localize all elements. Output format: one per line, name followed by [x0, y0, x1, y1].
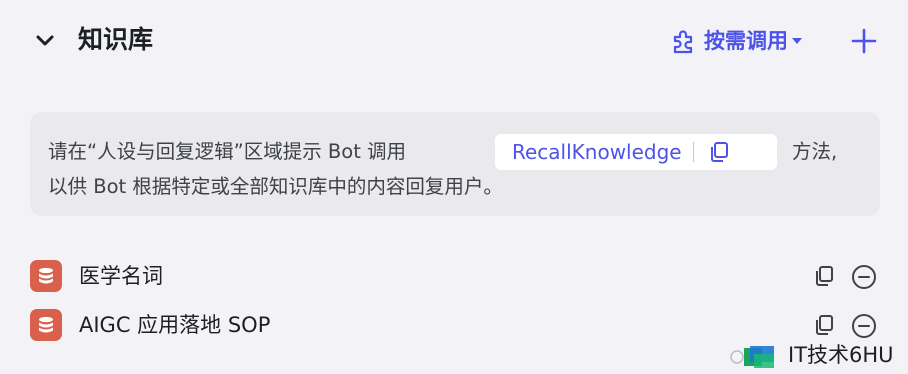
call-mode-dropdown[interactable]: 按需调用 — [670, 24, 803, 58]
panel-title: 知识库 — [78, 25, 154, 54]
method-chip: RecallKnowledge — [495, 134, 777, 170]
collapse-button[interactable] — [30, 26, 60, 56]
call-mode-label: 按需调用 — [704, 29, 788, 53]
plus-icon — [851, 28, 877, 54]
knowledge-item[interactable]: 医学名词 — [30, 258, 880, 294]
remove-button[interactable] — [850, 312, 878, 340]
caret-down-icon — [792, 38, 802, 44]
plugin-icon — [673, 30, 693, 54]
knowledge-name: 医学名词 — [79, 264, 163, 288]
copy-icon — [816, 266, 833, 286]
database-icon — [30, 260, 62, 292]
minus-circle-icon — [852, 265, 876, 289]
watermark-logo-icon — [730, 346, 774, 368]
chip-divider — [692, 142, 694, 162]
copy-icon — [816, 315, 833, 335]
watermark: IT技术6HU — [728, 338, 894, 372]
knowledge-panel-header: 知识库 按需调用 — [0, 0, 908, 82]
copy-button[interactable] — [811, 312, 837, 338]
knowledge-name: AIGC 应用落地 SOP — [79, 313, 271, 337]
chevron-down-icon — [36, 35, 54, 46]
hint-text-prefix: 请在“人设与回复逻辑”区域提示 Bot 调用 — [48, 140, 407, 163]
copy-icon — [710, 142, 728, 162]
hint-text-suffix: 方法, — [792, 140, 838, 163]
copy-method-button[interactable] — [706, 139, 732, 165]
copy-button[interactable] — [811, 263, 837, 289]
add-knowledge-button[interactable] — [850, 27, 878, 55]
minus-circle-icon — [852, 314, 876, 338]
method-name: RecallKnowledge — [512, 140, 682, 164]
usage-hint-box: 请在“人设与回复逻辑”区域提示 Bot 调用 RecallKnowledge 方… — [30, 112, 880, 216]
remove-button[interactable] — [850, 263, 878, 291]
watermark-text: IT技术6HU — [788, 343, 894, 367]
database-icon — [30, 309, 62, 341]
hint-text-line2: 以供 Bot 根据特定或全部知识库中的内容回复用户。 — [48, 175, 503, 198]
